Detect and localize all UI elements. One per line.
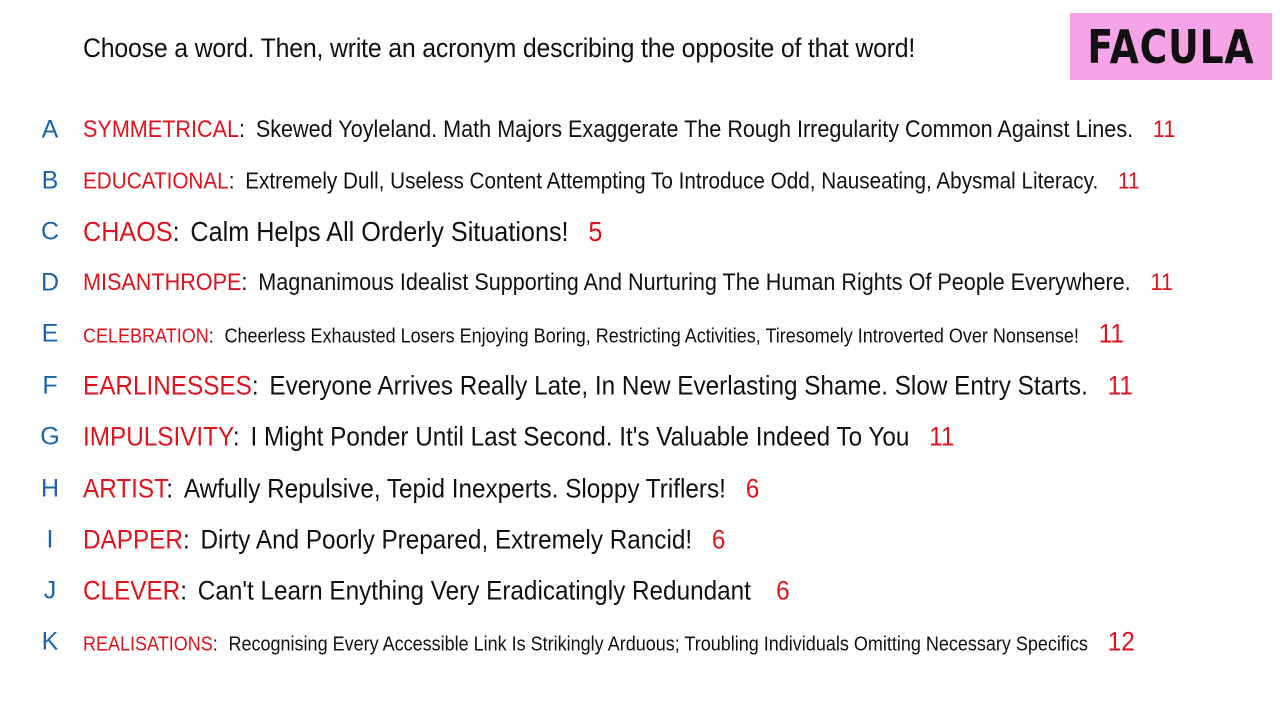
item-word: ARTIST	[83, 473, 167, 504]
item-word: REALISATIONS	[83, 633, 213, 656]
instructions-heading: Choose a word. Then, write an acronym de…	[83, 33, 916, 63]
item-letter-count: 6	[711, 524, 726, 555]
item-letter-count: 11	[929, 421, 955, 452]
item-word: EARLINESSES	[83, 370, 252, 401]
item-letter: F	[42, 371, 58, 400]
item-line: CLEVER: Can't Learn Enything Very Eradica…	[83, 575, 790, 606]
item-word: EDUCATIONAL	[83, 167, 229, 194]
item-letter: B	[41, 166, 59, 195]
item-letter: A	[41, 115, 59, 144]
list-item-j: J CLEVER: Can't Learn Enything Very Eradi…	[0, 573, 1280, 609]
item-line: CELEBRATION: Cheerless Exhausted Losers E…	[83, 318, 1124, 349]
item-word: CELEBRATION	[83, 325, 209, 348]
list-item-d: D MISANTHROPE: Magnanimous Idealist Suppo…	[0, 265, 1280, 301]
item-acronym: Cheerless Exhausted Losers Enjoying Bori…	[224, 325, 1079, 348]
list-item-f: F EARLINESSES: Everyone Arrives Really La…	[0, 368, 1280, 404]
item-word: CHAOS	[83, 216, 173, 247]
item-word: IMPULSIVITY	[83, 421, 233, 452]
item-letter-count: 11	[1098, 318, 1124, 349]
item-acronym: Extremely Dull, Useless Content Attempti…	[245, 167, 1099, 194]
item-letter-count: 11	[1118, 167, 1140, 194]
item-acronym: Magnanimous Idealist Supporting And Nurt…	[258, 269, 1131, 296]
facula-logo: FACULA	[1070, 13, 1272, 80]
item-letter: K	[41, 627, 59, 656]
item-letter: E	[41, 319, 59, 348]
list-item-a: A SYMMETRICAL: Skewed Yoyleland. Math Maj…	[0, 112, 1280, 148]
item-acronym: Can't Learn Enything Very Eradicatingly …	[197, 575, 751, 606]
item-acronym: Calm Helps All Orderly Situations!	[190, 216, 569, 247]
list-item-i: I DAPPER: Dirty And Poorly Prepared, Extr…	[0, 522, 1280, 558]
item-letter: G	[40, 422, 60, 451]
item-acronym: Recognising Every Accessible Link Is Str…	[228, 633, 1088, 656]
item-letter: H	[40, 474, 60, 503]
item-acronym: Everyone Arrives Really Late, In New Eve…	[269, 370, 1088, 401]
item-line: REALISATIONS: Recognising Every Accessibl…	[83, 626, 1135, 657]
item-letter: D	[40, 268, 60, 297]
item-line: IMPULSIVITY: I Might Ponder Until Last Se…	[83, 421, 955, 452]
item-word: MISANTHROPE	[83, 269, 242, 296]
item-letter-count: 6	[745, 473, 760, 504]
item-line: DAPPER: Dirty And Poorly Prepared, Extrem…	[83, 524, 726, 555]
item-acronym: I Might Ponder Until Last Second. It's V…	[250, 421, 910, 452]
item-line: SYMMETRICAL: Skewed Yoyleland. Math Major…	[83, 116, 1176, 143]
item-letter-count: 11	[1107, 370, 1133, 401]
item-acronym: Awfully Repulsive, Tepid Inexperts. Slop…	[183, 473, 726, 504]
item-line: ARTIST: Awfully Repulsive, Tepid Inexpert…	[83, 473, 760, 504]
item-line: CHAOS: Calm Helps All Orderly Situations!…	[83, 216, 603, 247]
item-letter-count: 12	[1107, 626, 1135, 657]
list-item-h: H ARTIST: Awfully Repulsive, Tepid Inexpe…	[0, 471, 1280, 507]
item-letter-count: 5	[588, 216, 603, 247]
list-item-b: B EDUCATIONAL: Extremely Dull, Useless Co…	[0, 163, 1280, 199]
item-letter-count: 11	[1150, 269, 1173, 296]
item-word: SYMMETRICAL	[83, 116, 240, 143]
item-word: DAPPER	[83, 524, 183, 555]
item-line: EARLINESSES: Everyone Arrives Really Late…	[83, 370, 1133, 401]
logo-text: FACULA	[1087, 19, 1255, 74]
item-letter: J	[43, 576, 57, 605]
list-item-e: E CELEBRATION: Cheerless Exhausted Losers…	[0, 316, 1280, 352]
item-line: EDUCATIONAL: Extremely Dull, Useless Cont…	[83, 167, 1140, 194]
list-item-c: C CHAOS: Calm Helps All Orderly Situation…	[0, 214, 1280, 250]
item-line: MISANTHROPE: Magnanimous Idealist Support…	[83, 269, 1173, 296]
list-item-k: K REALISATIONS: Recognising Every Accessi…	[0, 624, 1280, 660]
list-item-g: G IMPULSIVITY: I Might Ponder Until Last …	[0, 419, 1280, 455]
item-acronym: Skewed Yoyleland. Math Majors Exaggerate…	[255, 116, 1134, 143]
item-letter: I	[46, 525, 54, 554]
item-letter: C	[40, 217, 60, 246]
item-letter-count: 11	[1152, 116, 1176, 143]
item-word: CLEVER	[83, 575, 181, 606]
item-letter-count: 6	[776, 575, 790, 606]
item-acronym: Dirty And Poorly Prepared, Extremely Ran…	[200, 524, 693, 555]
